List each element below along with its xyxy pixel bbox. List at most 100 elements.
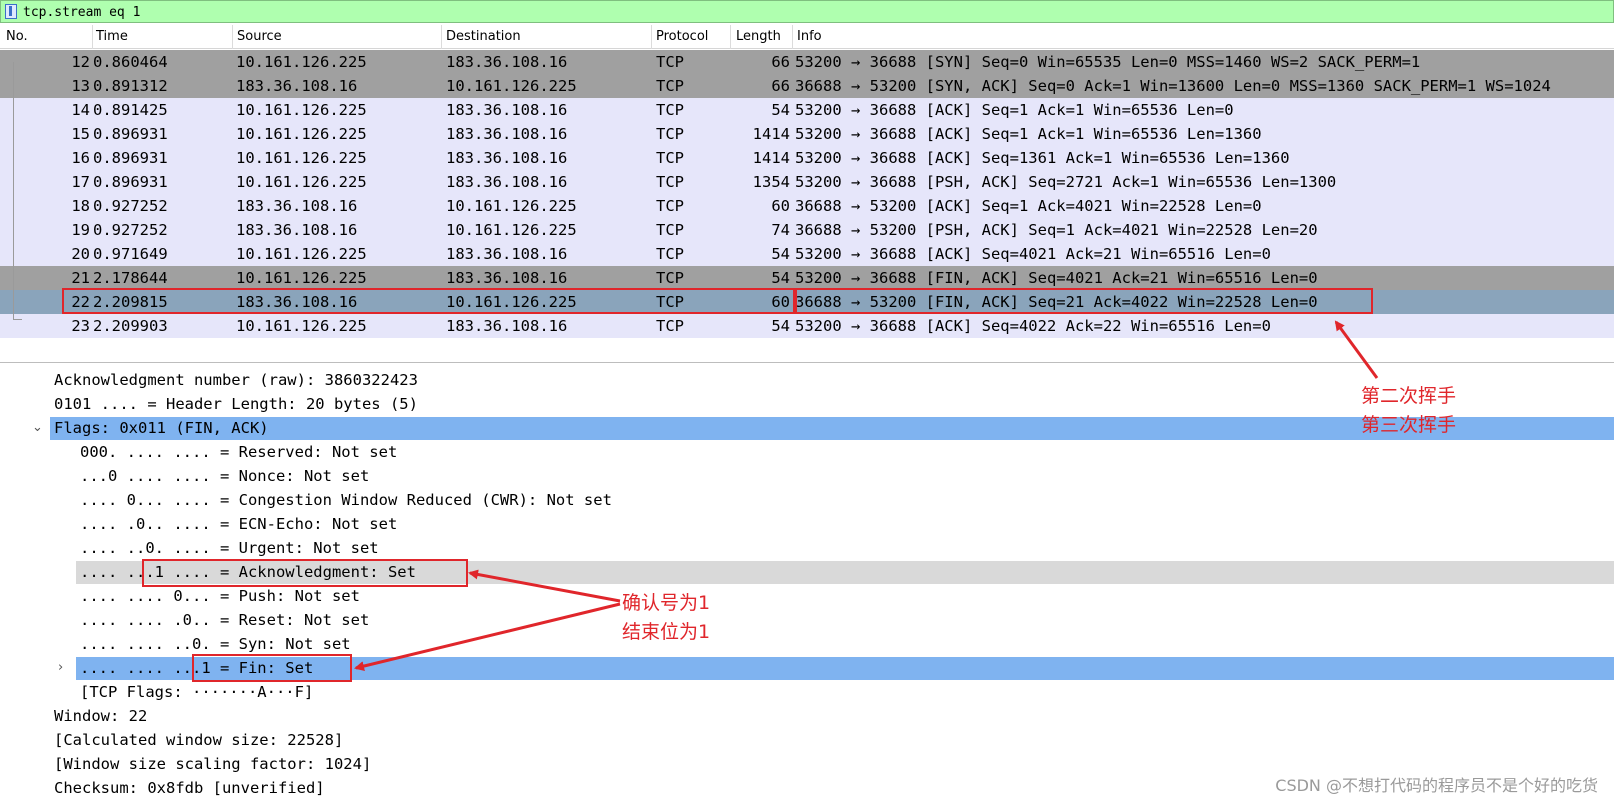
packet-row[interactable]: 16 0.896931 10.161.126.225 183.36.108.16 TCP… <box>0 146 1614 170</box>
detail-row-text: ...0 .... .... = Nonce: Not set <box>80 467 370 485</box>
packet-protocol: TCP <box>656 53 684 71</box>
detail-row-text: [Calculated window size: 22528] <box>54 731 344 749</box>
packet-time: 0.896931 <box>93 149 168 167</box>
column-header-info[interactable]: Info <box>797 29 822 44</box>
packet-protocol: TCP <box>656 149 684 167</box>
column-header-time[interactable]: Time <box>96 29 128 44</box>
packet-row[interactable]: 13 0.891312 183.36.108.16 10.161.126.225 TCP… <box>0 74 1614 98</box>
column-header-no[interactable]: No. <box>6 29 28 44</box>
column-header-protocol[interactable]: Protocol <box>656 29 708 44</box>
packet-row[interactable]: 23 2.209903 10.161.126.225 183.36.108.16 TCP… <box>0 314 1614 338</box>
detail-row-text: .... .0.. .... = ECN-Echo: Not set <box>80 515 398 533</box>
packet-time: 0.896931 <box>93 173 168 191</box>
packet-info: 53200 → 36688 [ACK] Seq=4022 Ack=22 Win=… <box>795 317 1271 335</box>
packet-row[interactable]: 20 0.971649 10.161.126.225 183.36.108.16 TCP… <box>0 242 1614 266</box>
packet-info: 36688 → 53200 [PSH, ACK] Seq=1 Ack=4021 … <box>795 221 1318 239</box>
packet-destination: 183.36.108.16 <box>446 125 568 143</box>
packet-row[interactable]: 12 0.860464 10.161.126.225 183.36.108.16 TCP… <box>0 50 1614 74</box>
packet-time: 0.971649 <box>93 245 168 263</box>
packet-length: 54 <box>771 317 790 335</box>
highlight-box-ack-flag <box>142 559 468 587</box>
highlight-box-packet-22-left <box>62 288 795 314</box>
detail-row-text: .... ..0. .... = Urgent: Not set <box>80 539 379 557</box>
expand-chevron-down-icon[interactable]: ⌄ <box>32 416 46 440</box>
conversation-bracket <box>13 62 23 320</box>
packet-row[interactable]: 19 0.927252 183.36.108.16 10.161.126.225 TCP… <box>0 218 1614 242</box>
expand-chevron-right-icon[interactable]: › <box>58 656 72 680</box>
packet-source: 10.161.126.225 <box>236 173 367 191</box>
detail-row[interactable]: [TCP Flags: ·······A···F] <box>0 680 1614 704</box>
detail-row-text: Acknowledgment number (raw): 3860322423 <box>54 371 418 389</box>
column-header-source[interactable]: Source <box>237 29 282 44</box>
packet-source: 10.161.126.225 <box>236 125 367 143</box>
packet-destination: 10.161.126.225 <box>446 77 577 95</box>
detail-row[interactable]: Window: 22 <box>0 704 1614 728</box>
detail-row-text: Window: 22 <box>54 707 148 725</box>
packet-row[interactable]: 14 0.891425 10.161.126.225 183.36.108.16 TCP… <box>0 98 1614 122</box>
packet-length: 54 <box>771 245 790 263</box>
detail-row-text: [Window size scaling factor: 1024] <box>54 755 372 773</box>
detail-row[interactable]: ...0 .... .... = Nonce: Not set <box>0 464 1614 488</box>
packet-time: 0.927252 <box>93 221 168 239</box>
annotation-ack-is-1: 确认号为1 <box>622 592 711 614</box>
packet-row[interactable]: 21 2.178644 10.161.126.225 183.36.108.16 TCP… <box>0 266 1614 290</box>
packet-source: 10.161.126.225 <box>236 269 367 287</box>
column-header-length[interactable]: Length <box>736 29 781 44</box>
detail-row[interactable]: .... ..0. .... = Urgent: Not set <box>0 536 1614 560</box>
detail-row-text: [TCP Flags: ·······A···F] <box>80 683 314 701</box>
packet-info: 53200 → 36688 [ACK] Seq=1 Ack=1 Win=6553… <box>795 125 1262 143</box>
detail-row-text: .... .... ..0. = Syn: Not set <box>80 635 351 653</box>
packet-time: 0.860464 <box>93 53 168 71</box>
packet-destination: 183.36.108.16 <box>446 245 568 263</box>
packet-source: 10.161.126.225 <box>236 317 367 335</box>
packet-length: 1414 <box>752 149 790 167</box>
packet-info: 53200 → 36688 [ACK] Seq=4021 Ack=21 Win=… <box>795 245 1271 263</box>
detail-row[interactable]: .... .... .0.. = Reset: Not set <box>0 608 1614 632</box>
bookmark-icon[interactable] <box>5 4 17 19</box>
packet-info: 53200 → 36688 [PSH, ACK] Seq=2721 Ack=1 … <box>795 173 1337 191</box>
packet-info: 53200 → 36688 [FIN, ACK] Seq=4021 Ack=21… <box>795 269 1318 287</box>
detail-row-text: Checksum: 0x8fdb [unverified] <box>54 779 325 797</box>
packet-destination: 183.36.108.16 <box>446 317 568 335</box>
detail-row-text: 0101 .... = Header Length: 20 bytes (5) <box>54 395 418 413</box>
detail-row-text: .... .... 0... = Push: Not set <box>80 587 360 605</box>
packet-source: 183.36.108.16 <box>236 221 358 239</box>
annotation-third-wave: 第三次挥手 <box>1361 414 1457 436</box>
packet-source: 10.161.126.225 <box>236 245 367 263</box>
detail-row-text: .... .... .0.. = Reset: Not set <box>80 611 370 629</box>
packet-protocol: TCP <box>656 125 684 143</box>
packet-destination: 183.36.108.16 <box>446 173 568 191</box>
highlight-box-fin-flag <box>192 654 352 682</box>
packet-source: 183.36.108.16 <box>236 77 358 95</box>
annotation-flags: 确认号为1 结束位为1 <box>622 589 710 647</box>
detail-row[interactable]: .... .... ..0. = Syn: Not set <box>0 632 1614 656</box>
packet-destination: 183.36.108.16 <box>446 101 568 119</box>
detail-row[interactable]: .... .0.. .... = ECN-Echo: Not set <box>0 512 1614 536</box>
packet-time: 0.891425 <box>93 101 168 119</box>
display-filter-input[interactable] <box>23 3 1603 21</box>
highlight-box-packet-22-info <box>795 288 1373 314</box>
display-filter-bar <box>0 0 1614 23</box>
detail-row[interactable]: [Calculated window size: 22528] <box>0 728 1614 752</box>
packet-protocol: TCP <box>656 317 684 335</box>
packet-row[interactable]: 18 0.927252 183.36.108.16 10.161.126.225 TCP… <box>0 194 1614 218</box>
column-header-destination[interactable]: Destination <box>446 29 521 44</box>
packet-length: 1354 <box>752 173 790 191</box>
packet-protocol: TCP <box>656 173 684 191</box>
packet-row[interactable]: 15 0.896931 10.161.126.225 183.36.108.16 TCP… <box>0 122 1614 146</box>
packet-length: 66 <box>771 53 790 71</box>
packet-row[interactable]: 17 0.896931 10.161.126.225 183.36.108.16 TCP… <box>0 170 1614 194</box>
packet-length: 74 <box>771 221 790 239</box>
packet-destination: 183.36.108.16 <box>446 269 568 287</box>
packet-protocol: TCP <box>656 101 684 119</box>
packet-source: 183.36.108.16 <box>236 197 358 215</box>
detail-row[interactable]: .... .... 0... = Push: Not set <box>0 584 1614 608</box>
packet-info: 36688 → 53200 [ACK] Seq=1 Ack=4021 Win=2… <box>795 197 1262 215</box>
packet-time: 0.896931 <box>93 125 168 143</box>
packet-time: 0.891312 <box>93 77 168 95</box>
detail-row[interactable]: 000. .... .... = Reserved: Not set <box>0 440 1614 464</box>
detail-row[interactable]: .... 0... .... = Congestion Window Reduc… <box>0 488 1614 512</box>
packet-destination: 10.161.126.225 <box>446 197 577 215</box>
packet-destination: 183.36.108.16 <box>446 53 568 71</box>
packet-info: 36688 → 53200 [SYN, ACK] Seq=0 Ack=1 Win… <box>795 77 1551 95</box>
